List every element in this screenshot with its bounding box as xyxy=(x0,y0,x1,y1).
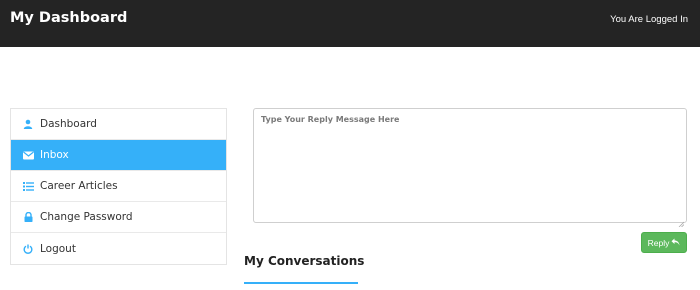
login-status-text: You Are Logged In xyxy=(610,14,688,25)
sidebar-item-label: Inbox xyxy=(40,149,69,161)
sidebar-item-label: Dashboard xyxy=(40,118,97,130)
conversations-heading-underline xyxy=(244,282,358,284)
reply-message-input[interactable] xyxy=(254,109,686,222)
reply-arrow-icon xyxy=(669,238,680,248)
conversations-heading: My Conversations xyxy=(244,254,365,268)
sidebar-item-change-password[interactable]: Change Password xyxy=(11,202,226,233)
power-icon xyxy=(22,243,34,255)
reply-button-label: Reply xyxy=(647,237,670,248)
sidebar-item-inbox[interactable]: Inbox xyxy=(11,140,226,171)
sidebar-item-career-articles[interactable]: Career Articles xyxy=(11,171,226,202)
sidebar-item-logout[interactable]: Logout xyxy=(11,233,226,264)
brand-title[interactable]: My Dashboard xyxy=(10,10,127,26)
reply-message-box xyxy=(253,108,687,228)
sidebar-item-dashboard[interactable]: Dashboard xyxy=(11,109,226,140)
sidebar-menu: Dashboard Inbox Career Articles Change P… xyxy=(10,108,227,265)
sidebar-item-label: Change Password xyxy=(40,211,133,223)
sidebar-item-label: Career Articles xyxy=(40,180,118,192)
lock-icon xyxy=(22,211,34,223)
list-icon xyxy=(22,180,34,192)
reply-button[interactable]: Reply xyxy=(641,232,687,253)
user-icon xyxy=(22,118,34,130)
top-navbar: My Dashboard You Are Logged In xyxy=(0,0,700,47)
sidebar-item-label: Logout xyxy=(40,242,76,255)
resize-grip-icon[interactable] xyxy=(678,214,685,228)
envelope-icon xyxy=(22,149,34,161)
